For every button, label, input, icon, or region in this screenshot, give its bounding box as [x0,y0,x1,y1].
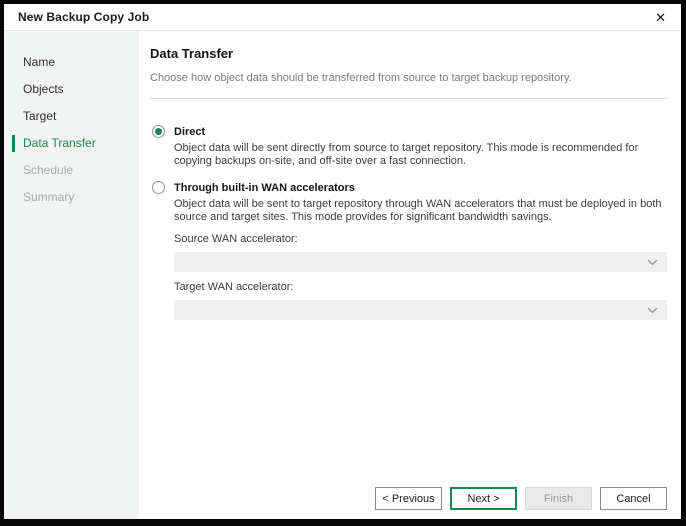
close-icon[interactable]: ✕ [655,11,666,24]
radio-dot [155,128,162,135]
target-wan-field: Target WAN accelerator: [174,281,667,320]
sidebar-item-name[interactable]: Name [4,49,139,76]
sidebar-item-schedule: Schedule [4,157,139,184]
header-divider [150,98,667,99]
sidebar-item-summary: Summary [4,184,139,211]
source-wan-accelerator-label: Source WAN accelerator: [174,233,667,245]
cancel-button[interactable]: Cancel [600,487,667,510]
next-button[interactable]: Next > [450,487,517,510]
target-wan-accelerator-select[interactable] [174,300,667,320]
sidebar-item-target[interactable]: Target [4,103,139,130]
chevron-down-icon [647,307,658,314]
previous-button[interactable]: < Previous [375,487,442,510]
wizard-page-data-transfer: Data Transfer Choose how object data sho… [139,31,681,519]
source-wan-field: Source WAN accelerator: [174,233,667,272]
direct-description: Object data will be sent directly from s… [174,142,667,168]
sidebar-item-objects[interactable]: Objects [4,76,139,103]
option-direct: Direct Object data will be sent directly… [152,125,667,168]
titlebar: New Backup Copy Job ✕ [4,4,681,31]
transfer-mode-options: Direct Object data will be sent directly… [150,125,667,320]
option-wan-accelerators: Through built-in WAN accelerators Object… [152,181,667,320]
new-backup-copy-job-dialog: New Backup Copy Job ✕ Name Objects Targe… [0,0,686,526]
radio-direct-label[interactable]: Direct [174,126,205,138]
source-wan-accelerator-select[interactable] [174,252,667,272]
radio-wan-accelerators[interactable] [152,181,165,194]
sidebar-item-data-transfer[interactable]: Data Transfer [4,130,139,157]
wizard-footer: < Previous Next > Finish Cancel [150,487,667,511]
target-wan-accelerator-label: Target WAN accelerator: [174,281,667,293]
finish-button: Finish [525,487,592,510]
radio-dot [155,184,162,191]
radio-direct[interactable] [152,125,165,138]
page-subtitle: Choose how object data should be transfe… [150,72,667,84]
page-title: Data Transfer [150,46,667,61]
radio-wan-accelerators-label[interactable]: Through built-in WAN accelerators [174,182,355,194]
dialog-body: Name Objects Target Data Transfer Schedu… [4,31,681,519]
window-title: New Backup Copy Job [18,10,149,24]
chevron-down-icon [647,259,658,266]
wizard-steps-sidebar: Name Objects Target Data Transfer Schedu… [4,31,139,519]
wan-accelerators-description: Object data will be sent to target repos… [174,198,667,224]
